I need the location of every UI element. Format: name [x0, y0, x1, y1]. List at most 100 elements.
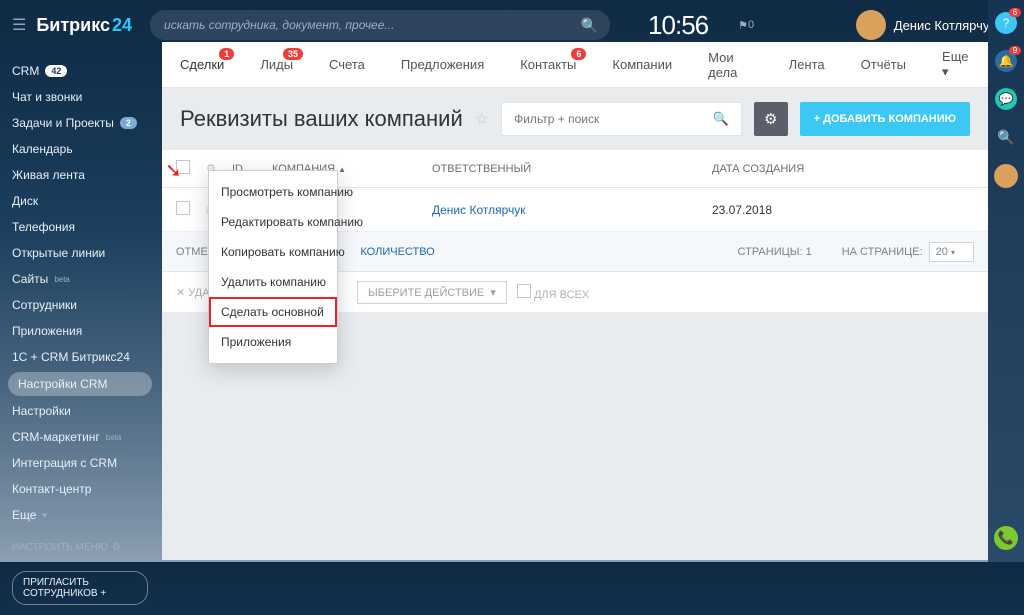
sidebar-item-label: 1С + CRM Битрикс24 [12, 350, 130, 364]
search-icon[interactable]: 🔍 [995, 126, 1017, 148]
badge: 9 [1009, 46, 1021, 55]
tab-label: Контакты [520, 57, 576, 72]
sidebar-item-label: Настройки CRM [18, 377, 108, 391]
add-label: + ДОБАВИТЬ КОМПАНИЮ [814, 113, 956, 125]
tab-more[interactable]: Еще ▾ [924, 42, 988, 88]
ctx-makemain[interactable]: Сделать основной [209, 297, 337, 327]
tab-invoices[interactable]: Счета [311, 42, 383, 88]
sidebar-item-label: Контакт-центр [12, 482, 91, 496]
for-all-checkbox[interactable]: ДЛЯ ВСЕХ [517, 284, 589, 301]
sidebar-item-label: Настройки [12, 404, 71, 418]
tasks-flag[interactable]: ⚑ 0 [738, 19, 754, 32]
sidebar-item-label: CRM-маркетинг [12, 430, 100, 444]
search-icon[interactable]: 🔍 [713, 111, 729, 127]
invite-label: ПРИГЛАСИТЬ СОТРУДНИКОВ + [23, 577, 137, 599]
sort-asc-icon: ▲ [338, 165, 346, 174]
badge: 6 [1009, 8, 1021, 17]
global-search[interactable]: 🔍 [150, 10, 610, 40]
tab-deals[interactable]: Сделки1 [162, 42, 242, 88]
menu-icon[interactable]: ☰ [12, 15, 26, 35]
invite-button[interactable]: ПРИГЛАСИТЬ СОТРУДНИКОВ + [12, 571, 148, 605]
ctx-copy[interactable]: Копировать компанию [209, 237, 337, 267]
perpage-label: НА СТРАНИЦЕ: [842, 246, 923, 258]
action-select[interactable]: ЫБЕРИТЕ ДЕЙСТВИЕ ▾ [357, 281, 507, 304]
sidebar-item-apps[interactable]: Приложения [0, 318, 160, 344]
tab-reports[interactable]: Отчёты [843, 42, 924, 88]
show-count-link[interactable]: КОЛИЧЕСТВО [360, 246, 434, 258]
user-avatar-icon[interactable] [994, 164, 1018, 188]
sidebar-item-label: Интеграция с CRM [12, 456, 117, 470]
configure-menu[interactable]: НАСТРОИТЬ МЕНЮ ⚙ [0, 534, 160, 561]
responsible-link[interactable]: Денис Котлярчук [432, 203, 712, 217]
tab-contacts[interactable]: Контакты6 [502, 42, 594, 88]
perpage-value: 20 [936, 246, 948, 258]
logo[interactable]: Битрикс 24 [36, 15, 132, 36]
sidebar-item-telephony[interactable]: Телефония [0, 214, 160, 240]
tab-offers[interactable]: Предложения [383, 42, 502, 88]
tab-label: Лента [789, 57, 825, 72]
sidebar-item-label: CRM [12, 64, 39, 78]
sidebar-item-tasks[interactable]: Задачи и Проекты2 [0, 110, 160, 136]
action-placeholder: ЫБЕРИТЕ ДЕЙСТВИЕ [368, 287, 484, 299]
sidebar-item-settings[interactable]: Настройки [0, 398, 160, 424]
sidebar-item-label: Телефония [12, 220, 75, 234]
tab-label: Еще ▾ [942, 49, 970, 80]
filter-input[interactable] [514, 112, 712, 126]
sidebar-item-calendar[interactable]: Календарь [0, 136, 160, 162]
right-rail: ?6 🔔9 💬 🔍 📞 [988, 0, 1024, 562]
sidebar-item-label: Диск [12, 194, 38, 208]
for-all-label: ДЛЯ ВСЕХ [534, 289, 589, 301]
sidebar-item-employees[interactable]: Сотрудники [0, 292, 160, 318]
sidebar-item-crmmarketing[interactable]: CRM-маркетингbeta [0, 424, 160, 450]
badge: 1 [219, 48, 234, 60]
tab-feed[interactable]: Лента [771, 42, 843, 88]
ctx-view[interactable]: Просмотреть компанию [209, 177, 337, 207]
column-responsible[interactable]: ОТВЕТСТВЕННЫЙ [432, 163, 712, 175]
page-title: Реквизиты ваших компаний [180, 106, 463, 132]
sidebar-item-contactcenter[interactable]: Контакт-центр [0, 476, 160, 502]
column-date[interactable]: ДАТА СОЗДАНИЯ [712, 163, 974, 175]
sidebar-item-label: Еще [12, 508, 36, 522]
sidebar-item-label: Открытые линии [12, 246, 105, 260]
sidebar-item-openlines[interactable]: Открытые линии [0, 240, 160, 266]
clock: 10:56 [648, 10, 708, 41]
row-checkbox[interactable] [176, 201, 190, 215]
help-icon[interactable]: ?6 [995, 12, 1017, 34]
gear-icon: ⚙ [764, 110, 777, 128]
search-icon[interactable]: 🔍 [581, 17, 598, 34]
sidebar-item-crm[interactable]: CRM 42 [0, 58, 160, 84]
ctx-edit[interactable]: Редактировать компанию [209, 207, 337, 237]
sidebar-item-crmsettings[interactable]: Настройки CRM [8, 372, 152, 396]
filter-search[interactable]: 🔍 [501, 102, 742, 136]
call-icon[interactable]: 📞 [994, 526, 1018, 550]
bell-icon[interactable]: 🔔9 [995, 50, 1017, 72]
beta-tag: beta [54, 275, 70, 284]
ctx-apps[interactable]: Приложения [209, 327, 337, 357]
sidebar: CRM 42 Чат и звонки Задачи и Проекты2 Кал… [0, 50, 160, 562]
sidebar-item-label: Задачи и Проекты [12, 116, 114, 130]
badge: 42 [45, 65, 67, 77]
perpage-select[interactable]: 20 ▾ [929, 242, 974, 262]
pages-label: СТРАНИЦЫ: 1 [738, 246, 812, 258]
sidebar-item-sites[interactable]: Сайтыbeta [0, 266, 160, 292]
add-company-button[interactable]: + ДОБАВИТЬ КОМПАНИЮ [800, 102, 970, 136]
sidebar-item-label: Чат и звонки [12, 90, 82, 104]
ctx-delete[interactable]: Удалить компанию [209, 267, 337, 297]
sidebar-item-disk[interactable]: Диск [0, 188, 160, 214]
sidebar-item-crmintegration[interactable]: Интеграция с CRM [0, 450, 160, 476]
sidebar-item-1c[interactable]: 1С + CRM Битрикс24 [0, 344, 160, 370]
tab-companies[interactable]: Компании [594, 42, 690, 88]
tab-mywork[interactable]: Мои дела [690, 42, 771, 88]
settings-button[interactable]: ⚙ [754, 102, 788, 136]
sidebar-item-feed[interactable]: Живая лента [0, 162, 160, 188]
sidebar-item-chat[interactable]: Чат и звонки [0, 84, 160, 110]
search-input[interactable] [164, 18, 596, 32]
sidebar-item-label: Сотрудники [12, 298, 77, 312]
chat-icon[interactable]: 💬 [995, 88, 1017, 110]
sidebar-item-label: Живая лента [12, 168, 85, 182]
sidebar-item-more[interactable]: Еще ▾ [0, 502, 160, 528]
badge: 6 [571, 48, 586, 60]
tab-leads[interactable]: Лиды35 [242, 42, 311, 88]
tab-label: Отчёты [861, 57, 906, 72]
star-icon[interactable]: ☆ [475, 109, 489, 129]
